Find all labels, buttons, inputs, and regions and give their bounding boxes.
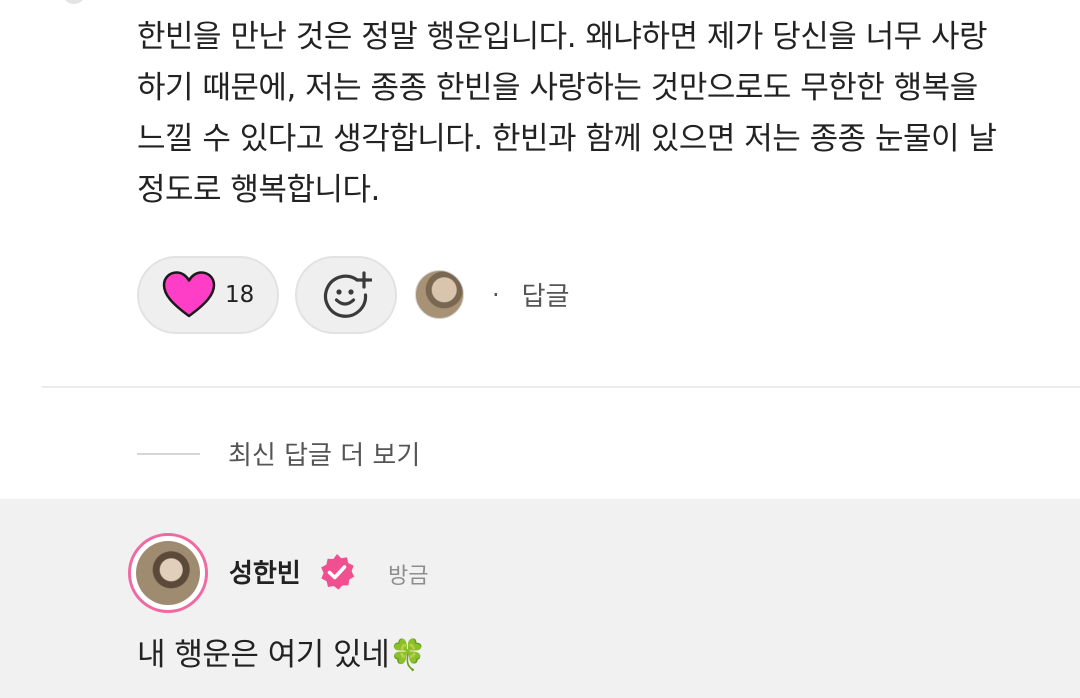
divider xyxy=(42,386,1080,388)
add-reaction-button[interactable] xyxy=(295,255,397,334)
view-more-replies-label: 최신 답글 더 보기 xyxy=(228,441,421,471)
view-more-replies-button[interactable]: 최신 답글 더 보기 xyxy=(137,435,420,472)
reply-button[interactable]: 답글 xyxy=(522,276,570,313)
heart-icon xyxy=(162,270,216,317)
liker-avatar[interactable] xyxy=(415,270,464,319)
comment-text: 한빈을 만난 것은 정말 행운입니다. 왜냐하면 제가 당신을 너무 사랑 하기… xyxy=(137,19,997,208)
add-reaction-icon xyxy=(323,270,372,318)
like-count: 18 xyxy=(225,281,255,308)
verified-badge-icon xyxy=(321,554,355,590)
previous-avatar-edge xyxy=(62,0,86,4)
reply-author-name[interactable]: 성한빈 xyxy=(229,553,301,590)
four-leaf-clover-icon: 🍀 xyxy=(389,638,427,673)
reply-avatar-image xyxy=(136,541,200,605)
reply-timestamp: 방금 xyxy=(388,564,429,589)
reply-message: 내 행운은 여기 있네 xyxy=(137,637,390,673)
reply-avatar[interactable] xyxy=(128,533,208,613)
separator-dot: · xyxy=(492,280,500,309)
comment-actions: 18 · 답글 xyxy=(137,255,569,334)
like-button[interactable]: 18 xyxy=(137,255,279,334)
reply-text: 내 행운은 여기 있네🍀 xyxy=(137,629,427,674)
reply-item: 성한빈 방금 내 행운은 여기 있네🍀 xyxy=(0,499,1080,698)
comment-thread: 한빈을 만난 것은 정말 행운입니다. 왜냐하면 제가 당신을 너무 사랑 하기… xyxy=(0,0,1080,698)
more-replies-line xyxy=(137,452,200,455)
